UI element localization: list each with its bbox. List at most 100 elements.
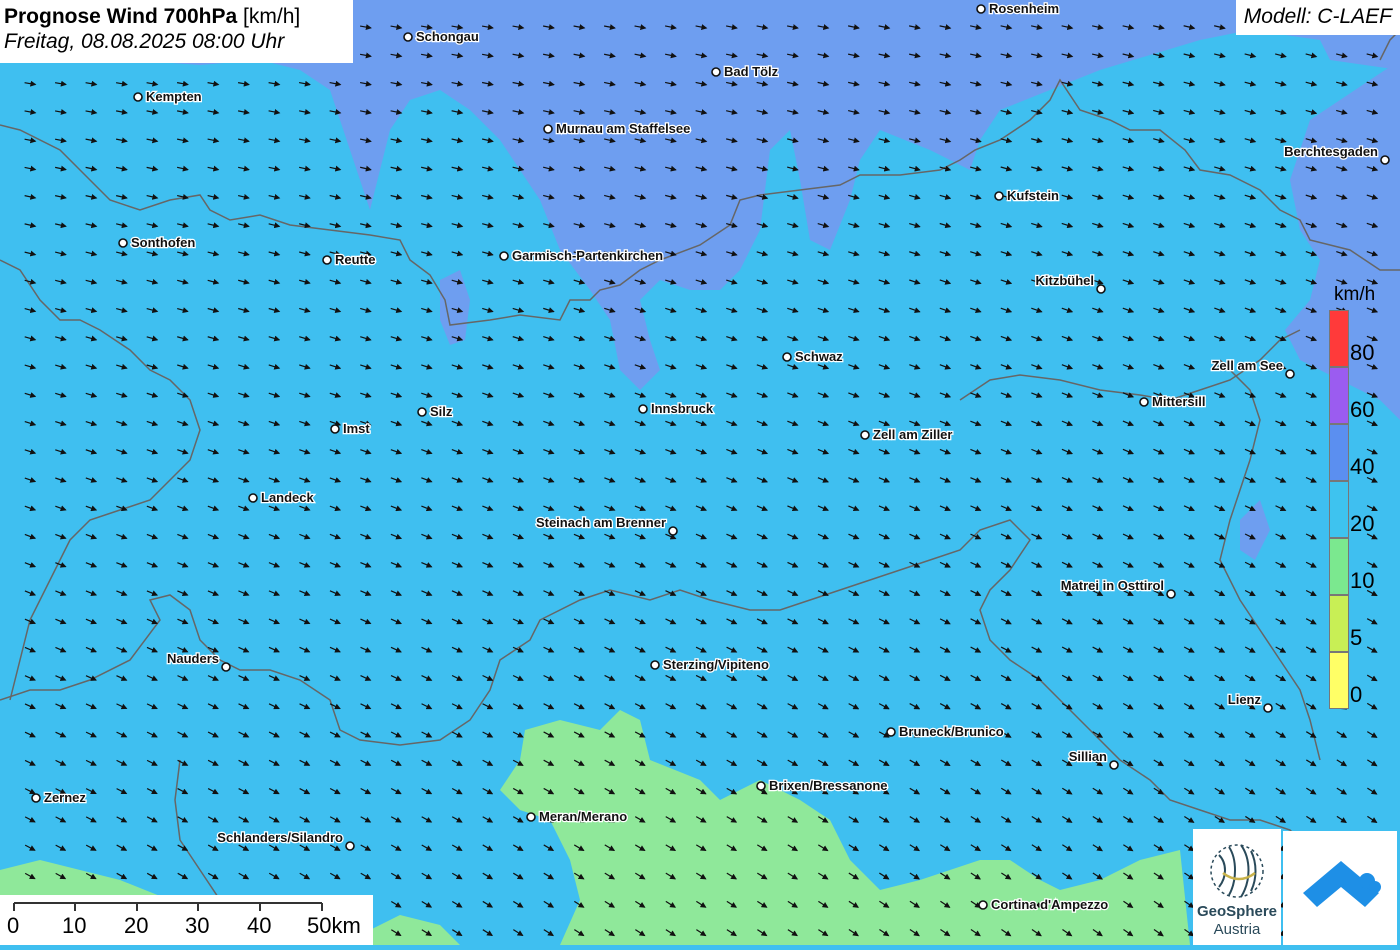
city-label: Schongau — [416, 29, 479, 44]
legend-label-5: 5 — [1350, 625, 1363, 650]
city-label: Garmisch-Partenkirchen — [512, 248, 663, 263]
city-marker-icon — [133, 92, 143, 102]
city-label: Sterzing/Vipiteno — [663, 657, 769, 672]
model-label: Modell: C-LAEF — [1235, 0, 1400, 35]
city-label: Mittersill — [1152, 394, 1205, 409]
scale-label-20: 20 — [124, 913, 149, 938]
scale-label-30: 30 — [185, 913, 210, 938]
city-cortina-d-ampezzo[interactable]: Cortina d'Ampezzo — [978, 896, 1110, 913]
city-marker-icon — [1263, 703, 1273, 713]
city-marker-icon — [668, 526, 678, 536]
geosphere-logo[interactable]: GeoSphere Austria — [1193, 829, 1281, 945]
city-marker-icon — [978, 900, 988, 910]
scale-label-0: 0 — [7, 913, 20, 938]
legend-label-80: 80 — [1350, 340, 1375, 365]
partner-logo[interactable] — [1283, 831, 1397, 945]
geosphere-logo-text: GeoSphere — [1196, 903, 1278, 920]
city-brixen-bressanone[interactable]: Brixen/Bressanone — [756, 777, 889, 794]
legend-label-20: 20 — [1350, 511, 1375, 536]
city-marker-icon — [994, 191, 1004, 201]
city-label: Berchtesgaden — [1284, 144, 1378, 159]
city-marker-icon — [1380, 155, 1390, 165]
city-murnau-am-staffelsee[interactable]: Murnau am Staffelsee — [543, 120, 692, 137]
city-meran-merano[interactable]: Meran/Merano — [526, 808, 628, 825]
scale-label-10: 10 — [62, 913, 87, 938]
city-innsbruck[interactable]: Innsbruck — [638, 400, 715, 417]
title-box: Prognose Wind 700hPa [km/h] Freitag, 08.… — [0, 0, 353, 63]
city-marker-icon — [417, 407, 427, 417]
city-zell-am-ziller[interactable]: Zell am Ziller — [860, 426, 954, 443]
city-marker-icon — [543, 124, 553, 134]
legend-label-60: 60 — [1350, 397, 1375, 422]
legend-swatch-40 — [1329, 424, 1349, 481]
geosphere-emblem-icon — [1210, 844, 1264, 898]
city-label: Schwaz — [795, 349, 843, 364]
city-label: Matrei in Osttirol — [1061, 578, 1164, 593]
legend-swatch-60 — [1329, 367, 1349, 424]
city-label: Lienz — [1228, 692, 1262, 707]
city-label: Imst — [343, 421, 370, 436]
legend-swatch-10 — [1329, 538, 1349, 595]
city-label: Kempten — [146, 89, 202, 104]
legend-swatch-20 — [1329, 481, 1349, 538]
city-label: Landeck — [261, 490, 315, 505]
scale-label-50km: 50km — [307, 913, 361, 938]
legend-swatch-0 — [1329, 652, 1349, 709]
city-marker-icon — [756, 781, 766, 791]
city-marker-icon — [711, 67, 721, 77]
legend-label-40: 40 — [1350, 454, 1375, 479]
city-sonthofen[interactable]: Sonthofen — [118, 234, 197, 251]
page-title: Prognose Wind 700hPa [km/h] — [4, 4, 353, 29]
city-marker-icon — [860, 430, 870, 440]
scale-label-40: 40 — [247, 913, 272, 938]
city-marker-icon — [403, 32, 413, 42]
city-marker-icon — [976, 4, 986, 14]
city-marker-icon — [248, 493, 258, 503]
city-marker-icon — [1166, 589, 1176, 599]
city-bruneck-brunico[interactable]: Bruneck/Brunico — [886, 723, 1005, 740]
title-main: Prognose Wind 700hPa — [4, 5, 238, 28]
city-marker-icon — [1139, 397, 1149, 407]
city-sterzing-vipiteno[interactable]: Sterzing/Vipiteno — [650, 656, 770, 673]
city-label: Zell am Ziller — [873, 427, 952, 442]
city-label: Silz — [430, 404, 453, 419]
scale-bar: 0 10 20 30 40 50km — [0, 895, 373, 945]
wind-map[interactable]: Rosenheim Schongau Bad Tölz Kempten Murnau a… — [0, 0, 1400, 945]
city-label: Bad Tölz — [724, 64, 779, 79]
city-marker-icon — [1096, 284, 1106, 294]
city-label: Brixen/Bressanone — [769, 778, 888, 793]
city-label: Meran/Merano — [539, 809, 627, 824]
city-label: Rosenheim — [989, 1, 1059, 16]
legend-label-0: 0 — [1350, 682, 1363, 707]
city-marker-icon — [886, 727, 896, 737]
city-marker-icon — [1285, 369, 1295, 379]
city-marker-icon — [322, 255, 332, 265]
city-label: Murnau am Staffelsee — [556, 121, 690, 136]
city-marker-icon — [650, 660, 660, 670]
city-marker-icon — [638, 404, 648, 414]
city-marker-icon — [345, 841, 355, 851]
city-label: Zell am See — [1211, 358, 1283, 373]
forecast-datetime: Freitag, 08.08.2025 08:00 Uhr — [4, 30, 285, 53]
city-label: Cortina d'Ampezzo — [991, 897, 1108, 912]
title-unit: [km/h] — [237, 5, 301, 28]
city-label: Zernez — [44, 790, 86, 805]
mountain-cloud-icon — [1303, 861, 1381, 907]
city-label: Bruneck/Brunico — [899, 724, 1004, 739]
city-marker-icon — [782, 352, 792, 362]
city-marker-icon — [221, 662, 231, 672]
legend-unit: km/h — [1334, 284, 1376, 305]
legend-swatch-80 — [1329, 310, 1349, 367]
city-marker-icon — [499, 251, 509, 261]
city-label: Schlanders/Silandro — [217, 830, 343, 845]
city-marker-icon — [118, 238, 128, 248]
city-marker-icon — [31, 793, 41, 803]
city-label: Reutte — [335, 252, 375, 267]
city-label: Kitzbühel — [1036, 273, 1095, 288]
city-garmisch-partenkirchen[interactable]: Garmisch-Partenkirchen — [499, 247, 664, 264]
city-marker-icon — [1109, 760, 1119, 770]
city-rosenheim[interactable]: Rosenheim — [976, 0, 1060, 17]
city-label: Innsbruck — [651, 401, 714, 416]
city-marker-icon — [526, 812, 536, 822]
city-schongau[interactable]: Schongau — [403, 28, 480, 45]
